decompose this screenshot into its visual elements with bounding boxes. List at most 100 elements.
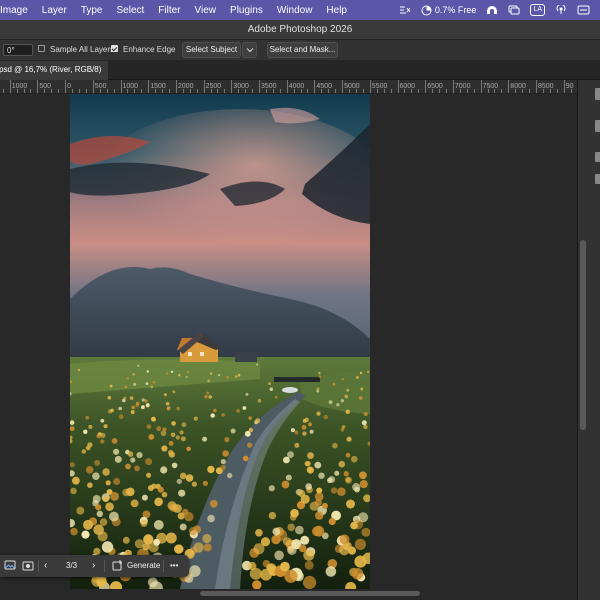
ruler-minor-tick [106, 89, 108, 93]
ruler-minor-tick [113, 89, 115, 93]
ruler-major-tick [314, 80, 316, 93]
arch-icon[interactable] [486, 0, 498, 20]
ruler-minor-tick [445, 89, 447, 93]
ruler-label: 7000 [454, 83, 471, 90]
menu-window[interactable]: Window [277, 5, 313, 16]
ruler-minor-tick [404, 89, 406, 93]
ruler-minor-tick [245, 89, 247, 93]
image-generate-icon[interactable] [4, 559, 16, 571]
grammar-icon[interactable] [399, 0, 411, 20]
airdrop-icon[interactable] [555, 0, 567, 20]
menu-type[interactable]: Type [81, 5, 103, 16]
ruler-minor-tick [335, 89, 337, 93]
ruler-major-tick [92, 80, 94, 93]
divider [38, 560, 39, 572]
ruler-minor-tick [542, 89, 544, 93]
ruler-major-tick [563, 80, 565, 93]
panel-history-icon[interactable] [595, 174, 600, 184]
ruler-minor-tick [210, 89, 212, 93]
ruler-minor-tick [549, 89, 551, 93]
vertical-scrollbar-thumb[interactable] [580, 240, 586, 430]
ruler-minor-tick [432, 89, 434, 93]
ruler-minor-tick [99, 89, 101, 93]
ruler-minor-tick [383, 89, 385, 93]
ruler-minor-tick [30, 89, 32, 93]
ruler-major-tick [9, 80, 11, 93]
ruler-minor-tick [16, 89, 18, 93]
panel-properties-icon[interactable] [595, 120, 600, 132]
ruler-minor-tick [376, 89, 378, 93]
memory-monitor[interactable]: 0.7% Free [421, 0, 476, 20]
menu-image[interactable]: Image [0, 5, 28, 16]
ruler-minor-tick [252, 89, 254, 93]
select-and-mask-button[interactable]: Select and Mask... [267, 42, 338, 58]
input-source-indicator[interactable]: LA [530, 0, 545, 20]
ruler-label: 2500 [205, 83, 222, 90]
menu-layer[interactable]: Layer [42, 5, 67, 16]
menu-plugins[interactable]: Plugins [230, 5, 263, 16]
ruler-minor-tick [182, 89, 184, 93]
ruler-label: 1500 [150, 83, 166, 90]
ruler-major-tick [397, 80, 399, 93]
ruler-minor-tick [85, 89, 87, 93]
ruler-minor-tick [155, 89, 157, 93]
ruler-minor-tick [390, 89, 392, 93]
angle-field[interactable]: 0° [3, 44, 33, 56]
previous-variation-button[interactable]: ‹ [44, 555, 47, 577]
control-center-icon[interactable] [577, 0, 590, 20]
ruler-label: 1000 [122, 83, 139, 90]
ruler-minor-tick [51, 89, 53, 93]
ruler-minor-tick [466, 89, 468, 93]
panel-layers-icon[interactable] [595, 88, 600, 100]
ruler-minor-tick [58, 89, 60, 93]
ruler-label: 4000 [288, 83, 305, 90]
ruler-label: 6000 [399, 83, 416, 90]
document-tab[interactable]: psd @ 16,7% (River, RGB/8) [0, 61, 108, 80]
ruler-minor-tick [162, 89, 164, 93]
ruler-minor-tick [556, 89, 558, 93]
ruler-major-tick [231, 80, 233, 93]
ruler-major-tick [37, 80, 39, 93]
ruler-minor-tick [2, 89, 4, 93]
sample-all-layers-checkbox[interactable] [38, 45, 45, 52]
next-variation-button[interactable]: › [92, 555, 95, 577]
generate-icon[interactable] [112, 560, 123, 571]
horizontal-scrollbar-thumb[interactable] [200, 591, 420, 596]
horizontal-ruler[interactable]: 1500100050005001000150020002500300035004… [0, 80, 583, 94]
ruler-minor-tick [529, 89, 531, 93]
ruler-label: 3500 [261, 83, 277, 90]
generate-button[interactable]: Generate [127, 555, 160, 577]
ruler-minor-tick [189, 89, 191, 93]
menu-view[interactable]: View [195, 5, 217, 16]
ruler-minor-tick [570, 89, 572, 93]
panel-adjustments-icon[interactable] [595, 152, 600, 162]
ruler-major-tick [452, 80, 454, 93]
similar-image-icon[interactable] [22, 560, 34, 572]
ruler-major-tick [259, 80, 260, 93]
ruler-major-tick [148, 80, 150, 93]
enhance-edge-checkbox[interactable] [111, 45, 118, 52]
select-subject-button[interactable]: Select Subject [182, 42, 241, 58]
ruler-major-tick [480, 80, 482, 93]
ruler-major-tick [508, 80, 510, 93]
ruler-label: 1000 [11, 83, 28, 90]
ruler-label: 5500 [371, 83, 388, 90]
document-tab-label: psd @ 16,7% (River, RGB/8) [0, 65, 102, 74]
app-title-bar: Adobe Photoshop 2026 [0, 20, 600, 40]
ruler-minor-tick [300, 89, 302, 93]
ruler-minor-tick [328, 89, 330, 93]
menu-help[interactable]: Help [326, 5, 347, 16]
ruler-minor-tick [141, 89, 143, 93]
menu-select[interactable]: Select [117, 5, 145, 16]
menu-filter[interactable]: Filter [158, 5, 180, 16]
memory-icon [421, 5, 432, 15]
ruler-label: 3000 [233, 83, 249, 90]
more-options-button[interactable]: ••• [170, 555, 178, 577]
ruler-minor-tick [265, 89, 267, 93]
window-switch-icon[interactable] [508, 0, 520, 20]
ruler-minor-tick [134, 89, 136, 93]
document-canvas[interactable] [70, 94, 370, 589]
ruler-minor-tick [439, 89, 441, 93]
select-subject-dropdown[interactable] [242, 42, 257, 58]
divider [104, 560, 105, 572]
